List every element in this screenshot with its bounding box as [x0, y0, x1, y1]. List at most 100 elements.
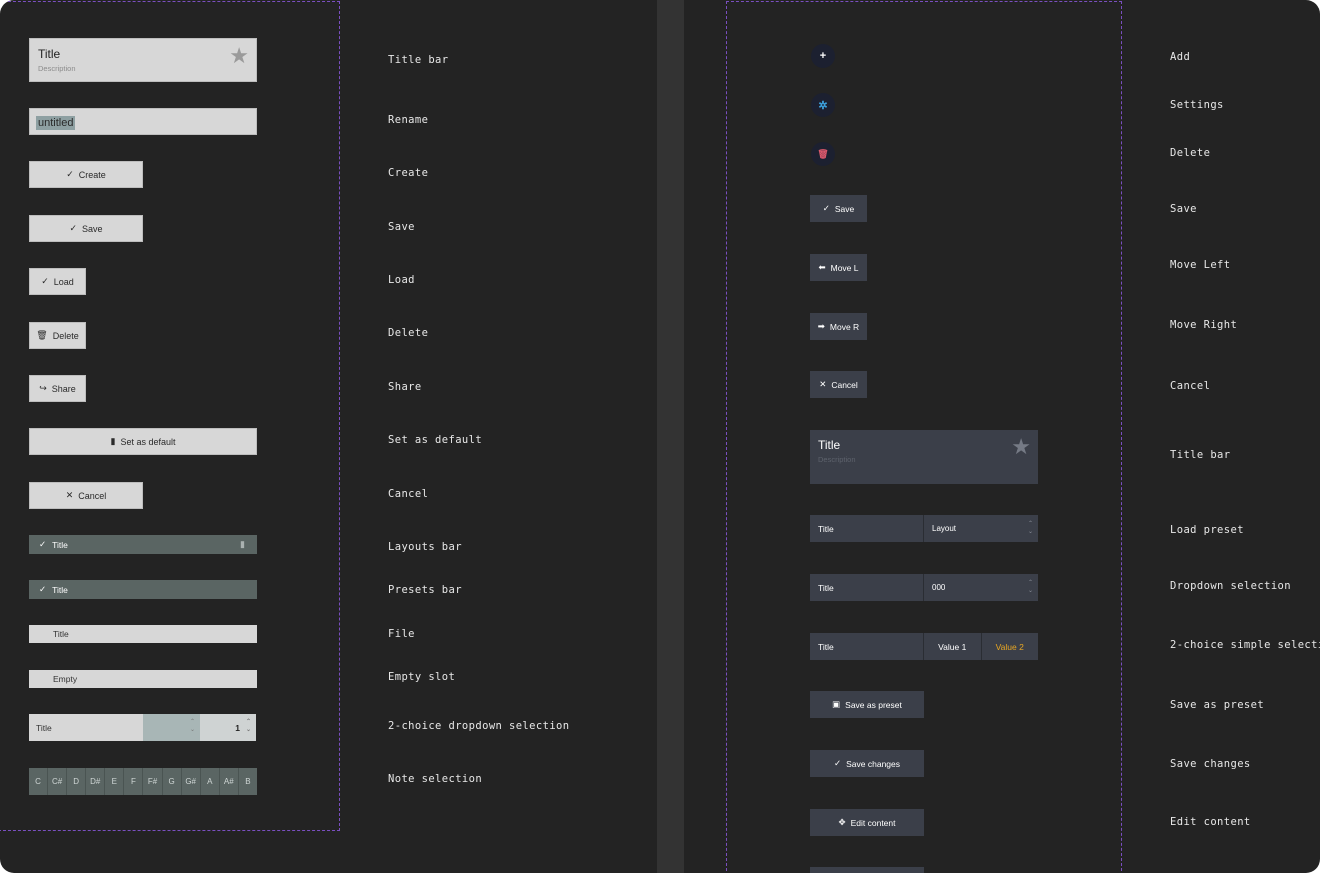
document-icon[interactable]: ▮: [240, 539, 245, 550]
delete-icon[interactable]: 🗑: [811, 142, 835, 166]
label-move-left: Move Left: [1170, 259, 1231, 271]
empty-slot[interactable]: Empty: [29, 670, 257, 688]
rename-field[interactable]: untitled: [29, 108, 257, 135]
trash-icon: 🗑: [36, 330, 48, 340]
note-key[interactable]: F: [124, 768, 144, 795]
column-divider: [657, 0, 684, 873]
note-key[interactable]: G#: [182, 768, 201, 795]
note-key[interactable]: C: [29, 768, 49, 795]
stepper-arrows-icon[interactable]: ⌃ ⌄: [246, 718, 251, 734]
note-key[interactable]: F#: [143, 768, 163, 795]
check-icon: ✓: [39, 539, 47, 549]
settings-icon[interactable]: ✲: [811, 93, 835, 117]
label-create: Create: [388, 167, 429, 179]
save-changes-button[interactable]: ✓ Save changes: [810, 750, 924, 777]
load-preset-row[interactable]: Title Layout ⌃ ⌄: [810, 515, 1038, 542]
note-key[interactable]: G: [163, 768, 182, 795]
dropdown-title: Title: [810, 574, 924, 601]
star-icon[interactable]: ★: [229, 45, 249, 67]
cancel-button[interactable]: ✕ Cancel: [29, 482, 143, 509]
share-button[interactable]: ↪ Share: [29, 375, 86, 402]
note-key[interactable]: D: [67, 768, 87, 795]
note-key[interactable]: A#: [220, 768, 239, 795]
note-key[interactable]: E: [105, 768, 125, 795]
label-cancel: Cancel: [1170, 380, 1211, 392]
dropdown-selection-row[interactable]: Title 000 ⌃ ⌄: [810, 574, 1038, 601]
edit-content-button[interactable]: ✥ Edit content: [810, 809, 924, 836]
note-key[interactable]: A: [201, 768, 220, 795]
delete-button[interactable]: 🗑 Delete: [29, 322, 86, 349]
save-changes-label: Save changes: [846, 758, 900, 769]
move-left-button[interactable]: ⬅ Move L: [810, 254, 867, 281]
save-button[interactable]: ✓ Save: [29, 215, 143, 242]
note-selection[interactable]: C C# D D# E F F# G G# A A# B: [29, 768, 257, 795]
label-dropdown-selection: Dropdown selection: [1170, 580, 1291, 592]
set-default-button[interactable]: ▮ Set as default: [29, 428, 257, 455]
label-save-as-preset: Save as preset: [1170, 699, 1265, 711]
save-as-preset-label: Save as preset: [845, 699, 902, 710]
two-choice-dropdown[interactable]: Title ⌃ ⌄ 1 ⌃ ⌄: [29, 714, 257, 741]
description-text: Description: [818, 455, 856, 464]
check-icon: ✓: [41, 276, 49, 286]
dark-cancel-button[interactable]: ✕ Cancel: [810, 371, 867, 398]
move-right-button[interactable]: ➡ Move R: [810, 313, 867, 340]
note-key[interactable]: C#: [48, 768, 68, 795]
set-default-label: Set as default: [120, 436, 176, 447]
label-save: Save: [1170, 203, 1197, 215]
rename-input-value[interactable]: untitled: [36, 116, 76, 130]
cancel-label: Cancel: [78, 490, 107, 501]
label-two-choice-simple: 2-choice simple selection: [1170, 639, 1320, 651]
label-title-bar: Title bar: [388, 54, 449, 66]
label-file: File: [388, 628, 415, 640]
description-text: Description: [38, 64, 76, 73]
label-settings: Settings: [1170, 99, 1224, 111]
check-icon: ✓: [69, 223, 78, 233]
label-save: Save: [388, 221, 415, 233]
share-label: Share: [51, 383, 76, 394]
check-icon: ✓: [66, 169, 74, 179]
partial-button[interactable]: [810, 867, 924, 873]
load-label: Load: [53, 276, 74, 287]
save-as-preset-button[interactable]: ▣ Save as preset: [810, 691, 924, 718]
label-add: Add: [1170, 51, 1191, 63]
dropdown-title: Title: [29, 714, 143, 741]
dropdown-value: 000: [932, 583, 946, 592]
load-preset-value: Layout: [932, 524, 957, 533]
add-icon[interactable]: +: [811, 44, 835, 68]
stepper-arrows-icon[interactable]: ⌃ ⌄: [190, 718, 195, 734]
note-key[interactable]: D#: [86, 768, 106, 795]
label-edit-content: Edit content: [1170, 816, 1251, 828]
layouts-bar[interactable]: ✓ Title ▮: [29, 535, 257, 554]
presets-bar[interactable]: ✓ Title: [29, 580, 257, 599]
light-title-bar: Title Description ★: [29, 38, 257, 82]
label-delete: Delete: [1170, 147, 1211, 159]
label-move-right: Move Right: [1170, 319, 1238, 331]
stepper-arrows-icon[interactable]: ⌃ ⌄: [1028, 520, 1033, 536]
file-slot[interactable]: Title: [29, 625, 257, 643]
label-presets-bar: Presets bar: [388, 584, 462, 596]
close-icon: ✕: [819, 379, 827, 389]
stepper-arrows-icon[interactable]: ⌃ ⌄: [1028, 579, 1033, 595]
dropdown-second[interactable]: 1 ⌃ ⌄: [200, 714, 256, 741]
layouts-bar-title: Title: [52, 539, 68, 550]
floppy-disk-icon: ▣: [832, 699, 841, 709]
check-icon: ✓: [822, 203, 830, 213]
label-title-bar: Title bar: [1170, 449, 1231, 461]
label-save-changes: Save changes: [1170, 758, 1251, 770]
note-key[interactable]: B: [239, 768, 257, 795]
dark-save-button[interactable]: ✓ Save: [810, 195, 867, 222]
choice-value-2[interactable]: Value 2: [980, 633, 1038, 660]
load-preset-select[interactable]: Layout ⌃ ⌄: [924, 515, 1038, 542]
dropdown-first[interactable]: ⌃ ⌄: [143, 714, 200, 741]
create-button[interactable]: ✓ Create: [29, 161, 143, 188]
label-empty-slot: Empty slot: [388, 671, 456, 683]
two-choice-simple-selection[interactable]: Title Value 1 Value 2: [810, 633, 1038, 660]
star-icon[interactable]: ★: [1011, 436, 1031, 458]
choice-value-1[interactable]: Value 1: [924, 633, 981, 660]
empty-label: Empty: [53, 674, 78, 684]
load-button[interactable]: ✓ Load: [29, 268, 86, 295]
move-right-label: Move R: [829, 321, 860, 332]
file-title: Title: [53, 629, 69, 639]
dropdown-select[interactable]: 000 ⌃ ⌄: [924, 574, 1038, 601]
label-rename: Rename: [388, 114, 429, 126]
